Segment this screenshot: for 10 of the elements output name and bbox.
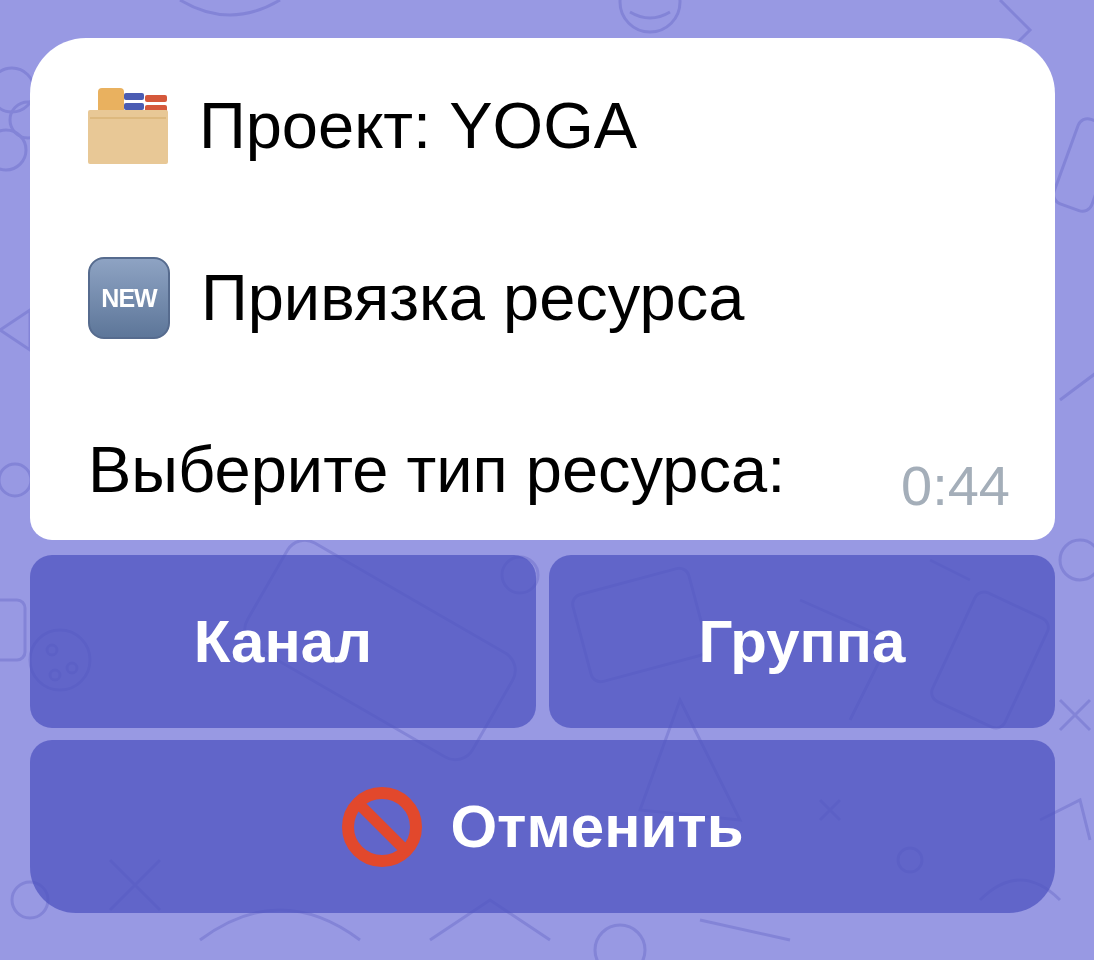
cancel-button[interactable]: Отменить (30, 740, 1055, 913)
prohibited-icon (341, 785, 424, 868)
card-index-icon (88, 88, 168, 164)
keyboard-button[interactable]: Группа (549, 555, 1055, 728)
message-text: Проект: YOGA (199, 88, 638, 164)
message-text: Выберите тип ресурса: (88, 432, 786, 508)
message-time: 0:44 (901, 454, 1010, 518)
new-badge: NEW (88, 257, 170, 339)
message-text: Привязка ресурса (201, 260, 745, 336)
keyboard-button[interactable]: Канал (30, 555, 536, 728)
